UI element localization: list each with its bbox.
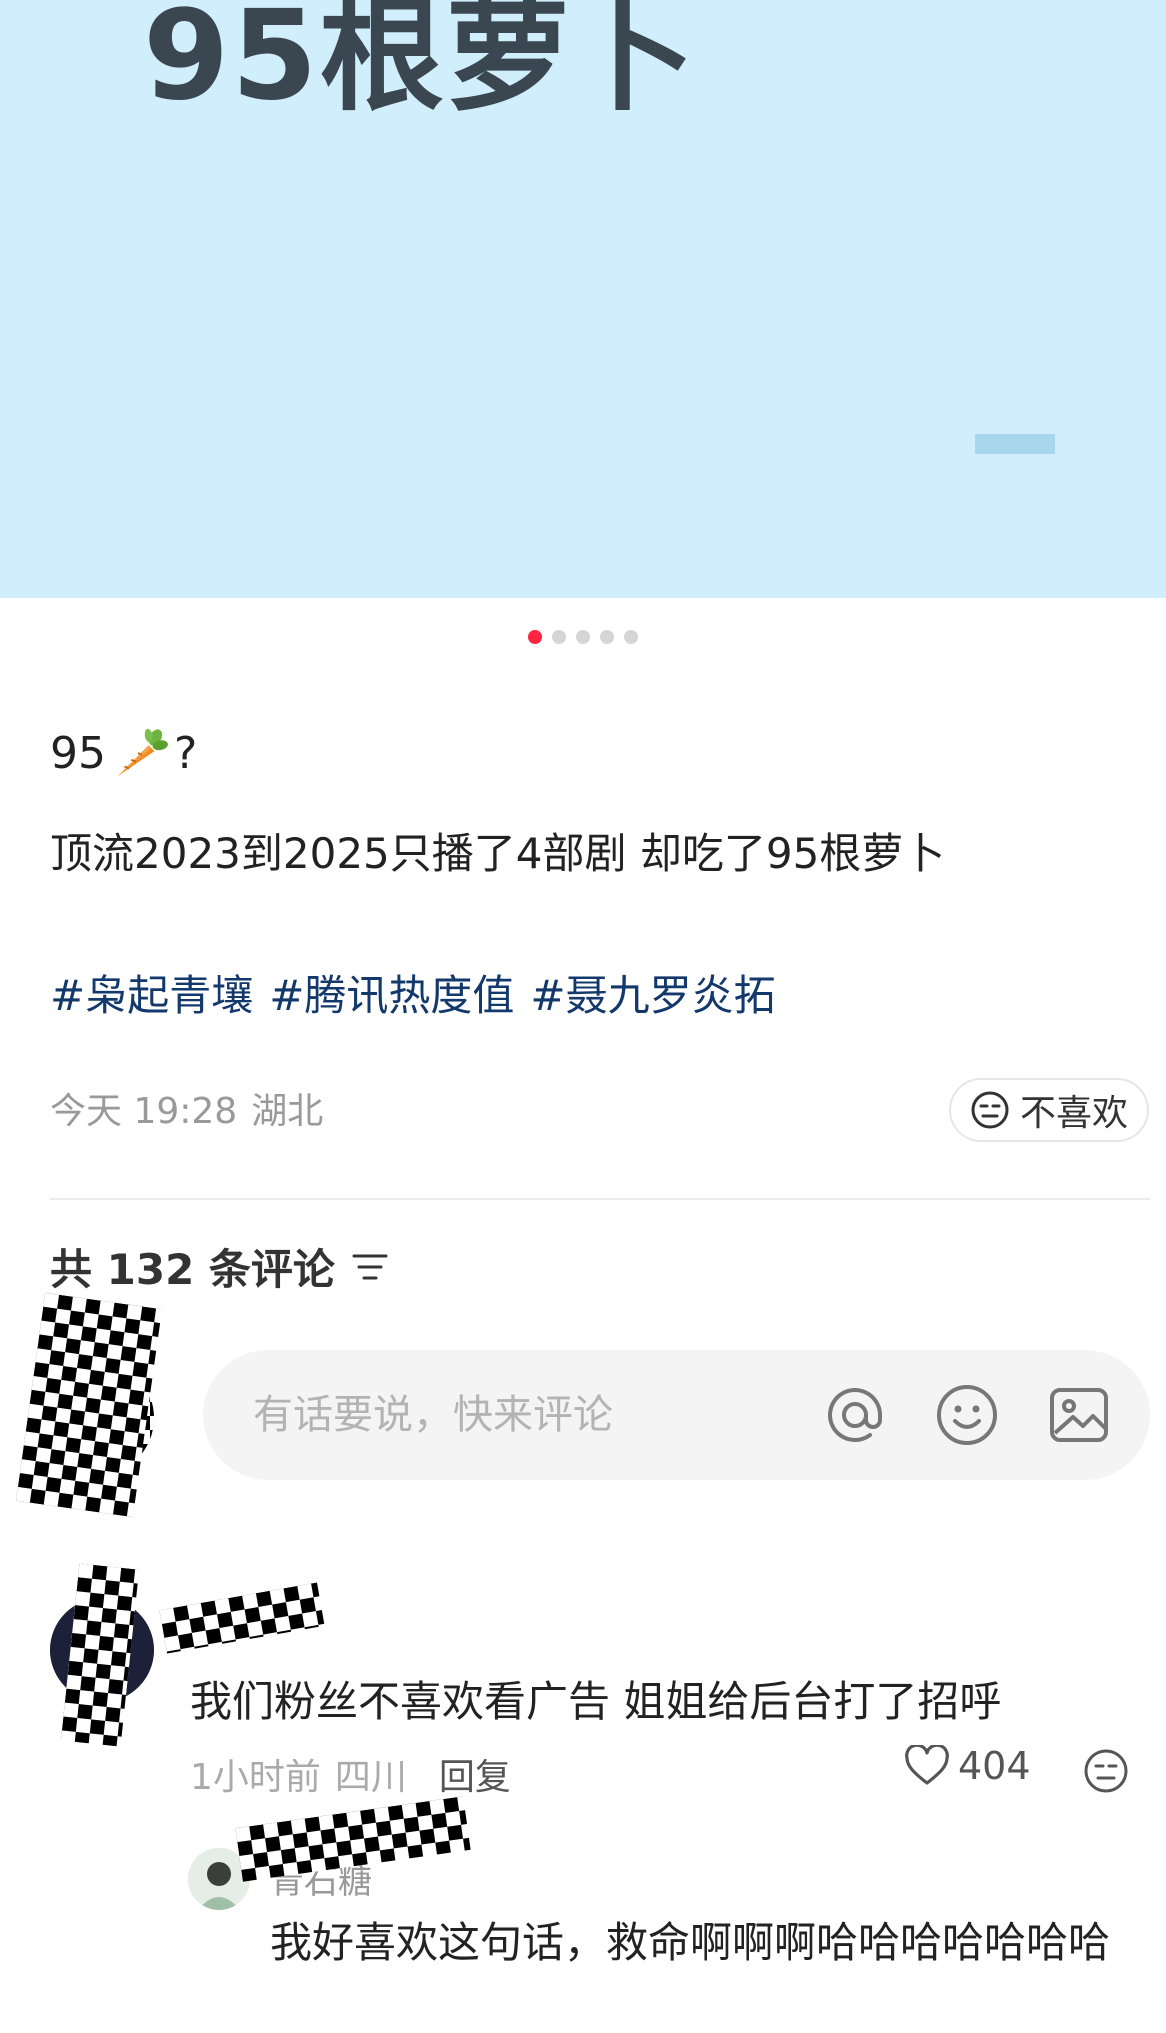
post-title-suffix: ? xyxy=(174,727,198,779)
emoji-icon[interactable] xyxy=(935,1383,999,1447)
redaction-mark xyxy=(60,1563,140,1747)
comment-meta: 1小时前 四川 回复 xyxy=(190,1748,511,1800)
comments-count: 共 132 条评论 xyxy=(50,1245,335,1294)
comment-input[interactable] xyxy=(253,1392,793,1438)
tag-link[interactable]: #聂九罗炎拓 xyxy=(530,962,775,1023)
post-time: 今天 19:28 xyxy=(50,1091,238,1132)
post-title: 95 ? xyxy=(50,724,197,782)
carousel-dot-2[interactable] xyxy=(552,630,566,644)
sort-icon[interactable] xyxy=(351,1250,389,1284)
redaction-mark xyxy=(15,1292,163,1518)
carousel-indicator xyxy=(0,630,1166,644)
meh-face-icon xyxy=(971,1091,1009,1129)
tag-link[interactable]: #腾讯热度值 xyxy=(269,962,514,1023)
post-title-number: 95 xyxy=(50,727,106,779)
meh-face-icon[interactable] xyxy=(1083,1748,1129,1794)
like-count: 404 xyxy=(958,1744,1031,1788)
banner-title: 95根萝卜 xyxy=(143,0,698,128)
comment-text: 我们粉丝不喜欢看广告 姐姐给后台打了招呼 xyxy=(190,1677,1002,1726)
banner-decoration xyxy=(975,434,1055,454)
comments-header: 共 132 条评论 xyxy=(50,1236,389,1297)
image-icon[interactable] xyxy=(1047,1383,1111,1447)
post-tags: #枭起青壤 #腾讯热度值 #聂九罗炎拓 xyxy=(50,962,776,1023)
reply-text: 我好喜欢这句话，救命啊啊啊哈哈哈哈哈哈哈 xyxy=(270,1918,1111,1967)
post-location: 湖北 xyxy=(251,1091,324,1132)
comment-time: 1小时前 xyxy=(190,1757,321,1798)
reply-button[interactable]: 回复 xyxy=(439,1748,511,1800)
tag-link[interactable]: #枭起青壤 xyxy=(50,962,253,1023)
redaction-mark xyxy=(159,1582,325,1654)
comment-location: 四川 xyxy=(334,1757,407,1798)
carousel-dot-4[interactable] xyxy=(600,630,614,644)
divider xyxy=(50,1198,1150,1200)
post-meta: 今天 19:28 湖北 xyxy=(50,1082,323,1134)
carrot-icon xyxy=(117,728,168,777)
like-button[interactable]: 404 xyxy=(904,1744,1031,1788)
post-body: 顶流2023到2025只播了4部剧 却吃了95根萝卜 xyxy=(50,829,946,878)
comment-input-bar[interactable] xyxy=(203,1350,1150,1480)
post-image-carousel[interactable]: 95根萝卜 xyxy=(0,0,1166,598)
dislike-button[interactable]: 不喜欢 xyxy=(949,1078,1149,1142)
dislike-label: 不喜欢 xyxy=(1019,1093,1128,1134)
heart-icon xyxy=(905,1745,949,1785)
carousel-dot-3[interactable] xyxy=(576,630,590,644)
carousel-dot-1[interactable] xyxy=(528,630,542,644)
at-icon[interactable] xyxy=(823,1383,887,1447)
carousel-dot-5[interactable] xyxy=(624,630,638,644)
